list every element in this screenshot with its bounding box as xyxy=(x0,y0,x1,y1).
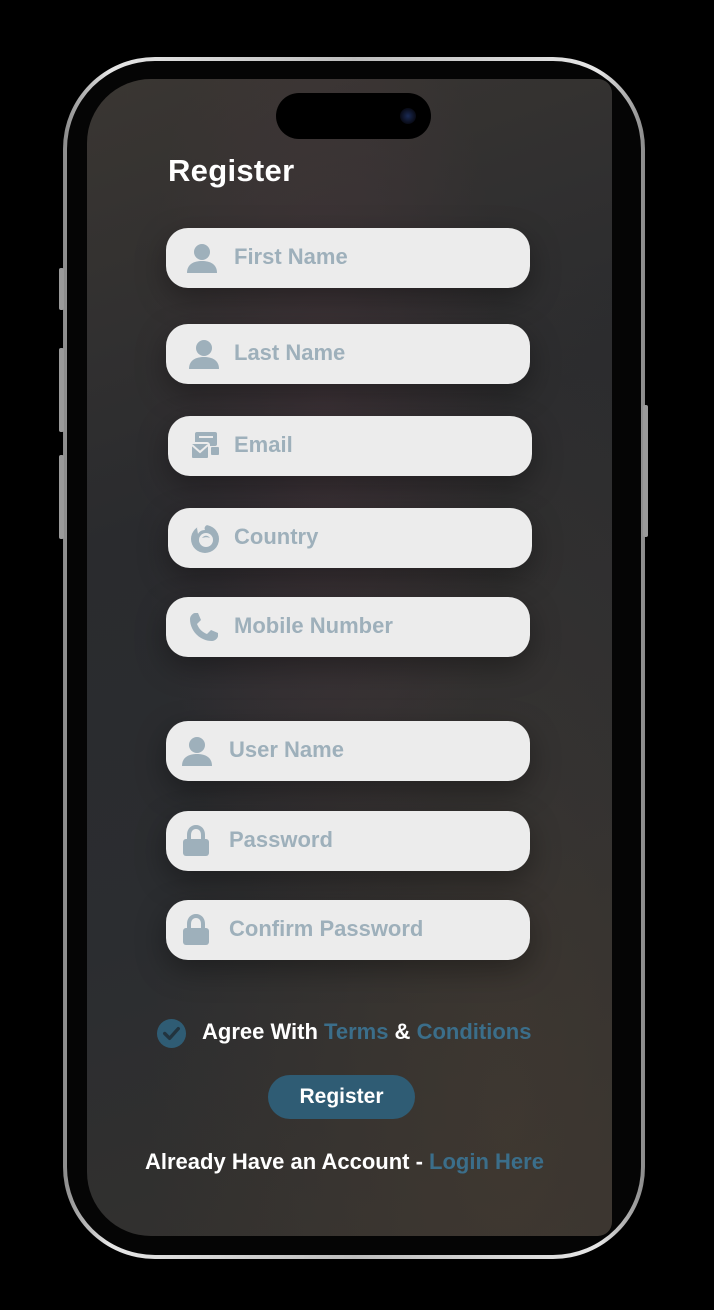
action-button xyxy=(59,268,64,310)
email-field[interactable]: Email xyxy=(168,416,532,476)
username-field[interactable]: User Name xyxy=(166,721,530,781)
last-name-field[interactable]: Last Name xyxy=(166,324,530,384)
mobile-number-placeholder: Mobile Number xyxy=(234,613,393,638)
country-field[interactable]: Country xyxy=(168,508,532,568)
globe-icon xyxy=(191,524,219,553)
password-placeholder: Password xyxy=(229,827,333,852)
mobile-number-field[interactable]: Mobile Number xyxy=(166,597,530,657)
first-name-field[interactable]: First Name xyxy=(166,228,530,288)
email-placeholder: Email xyxy=(234,432,293,457)
password-field[interactable]: Password xyxy=(166,811,530,871)
agreement-prefix: Agree With xyxy=(202,1019,325,1044)
username-placeholder: User Name xyxy=(229,737,344,762)
login-prompt: Already Have an Account - Login Here xyxy=(145,1149,544,1175)
camera-icon xyxy=(400,108,416,124)
user-icon xyxy=(182,737,212,766)
login-prompt-text: Already Have an Account - xyxy=(145,1149,430,1174)
country-placeholder: Country xyxy=(234,524,319,549)
volume-down-button xyxy=(59,455,64,539)
confirm-password-placeholder: Confirm Password xyxy=(229,916,424,941)
confirm-password-field[interactable]: Confirm Password xyxy=(166,900,530,960)
agreement-text: Agree With Terms & Conditions xyxy=(202,1019,531,1045)
user-icon xyxy=(189,340,219,369)
register-button[interactable]: Register xyxy=(268,1075,415,1119)
user-icon xyxy=(187,244,217,273)
login-link[interactable]: Login Here xyxy=(429,1149,544,1174)
mail-icon xyxy=(190,432,219,460)
first-name-placeholder: First Name xyxy=(234,244,348,269)
phone-icon xyxy=(190,613,218,641)
power-button xyxy=(643,405,648,537)
page-title: Register xyxy=(168,153,295,188)
check-circle-icon[interactable] xyxy=(156,1018,187,1049)
last-name-placeholder: Last Name xyxy=(234,340,346,365)
agreement-row: Agree With Terms & Conditions xyxy=(156,1017,556,1051)
lock-icon xyxy=(183,825,209,856)
terms-link[interactable]: Terms xyxy=(324,1019,388,1044)
volume-up-button xyxy=(59,348,64,432)
lock-icon xyxy=(183,914,209,945)
conditions-link[interactable]: Conditions xyxy=(417,1019,532,1044)
agreement-amp: & xyxy=(388,1019,417,1044)
